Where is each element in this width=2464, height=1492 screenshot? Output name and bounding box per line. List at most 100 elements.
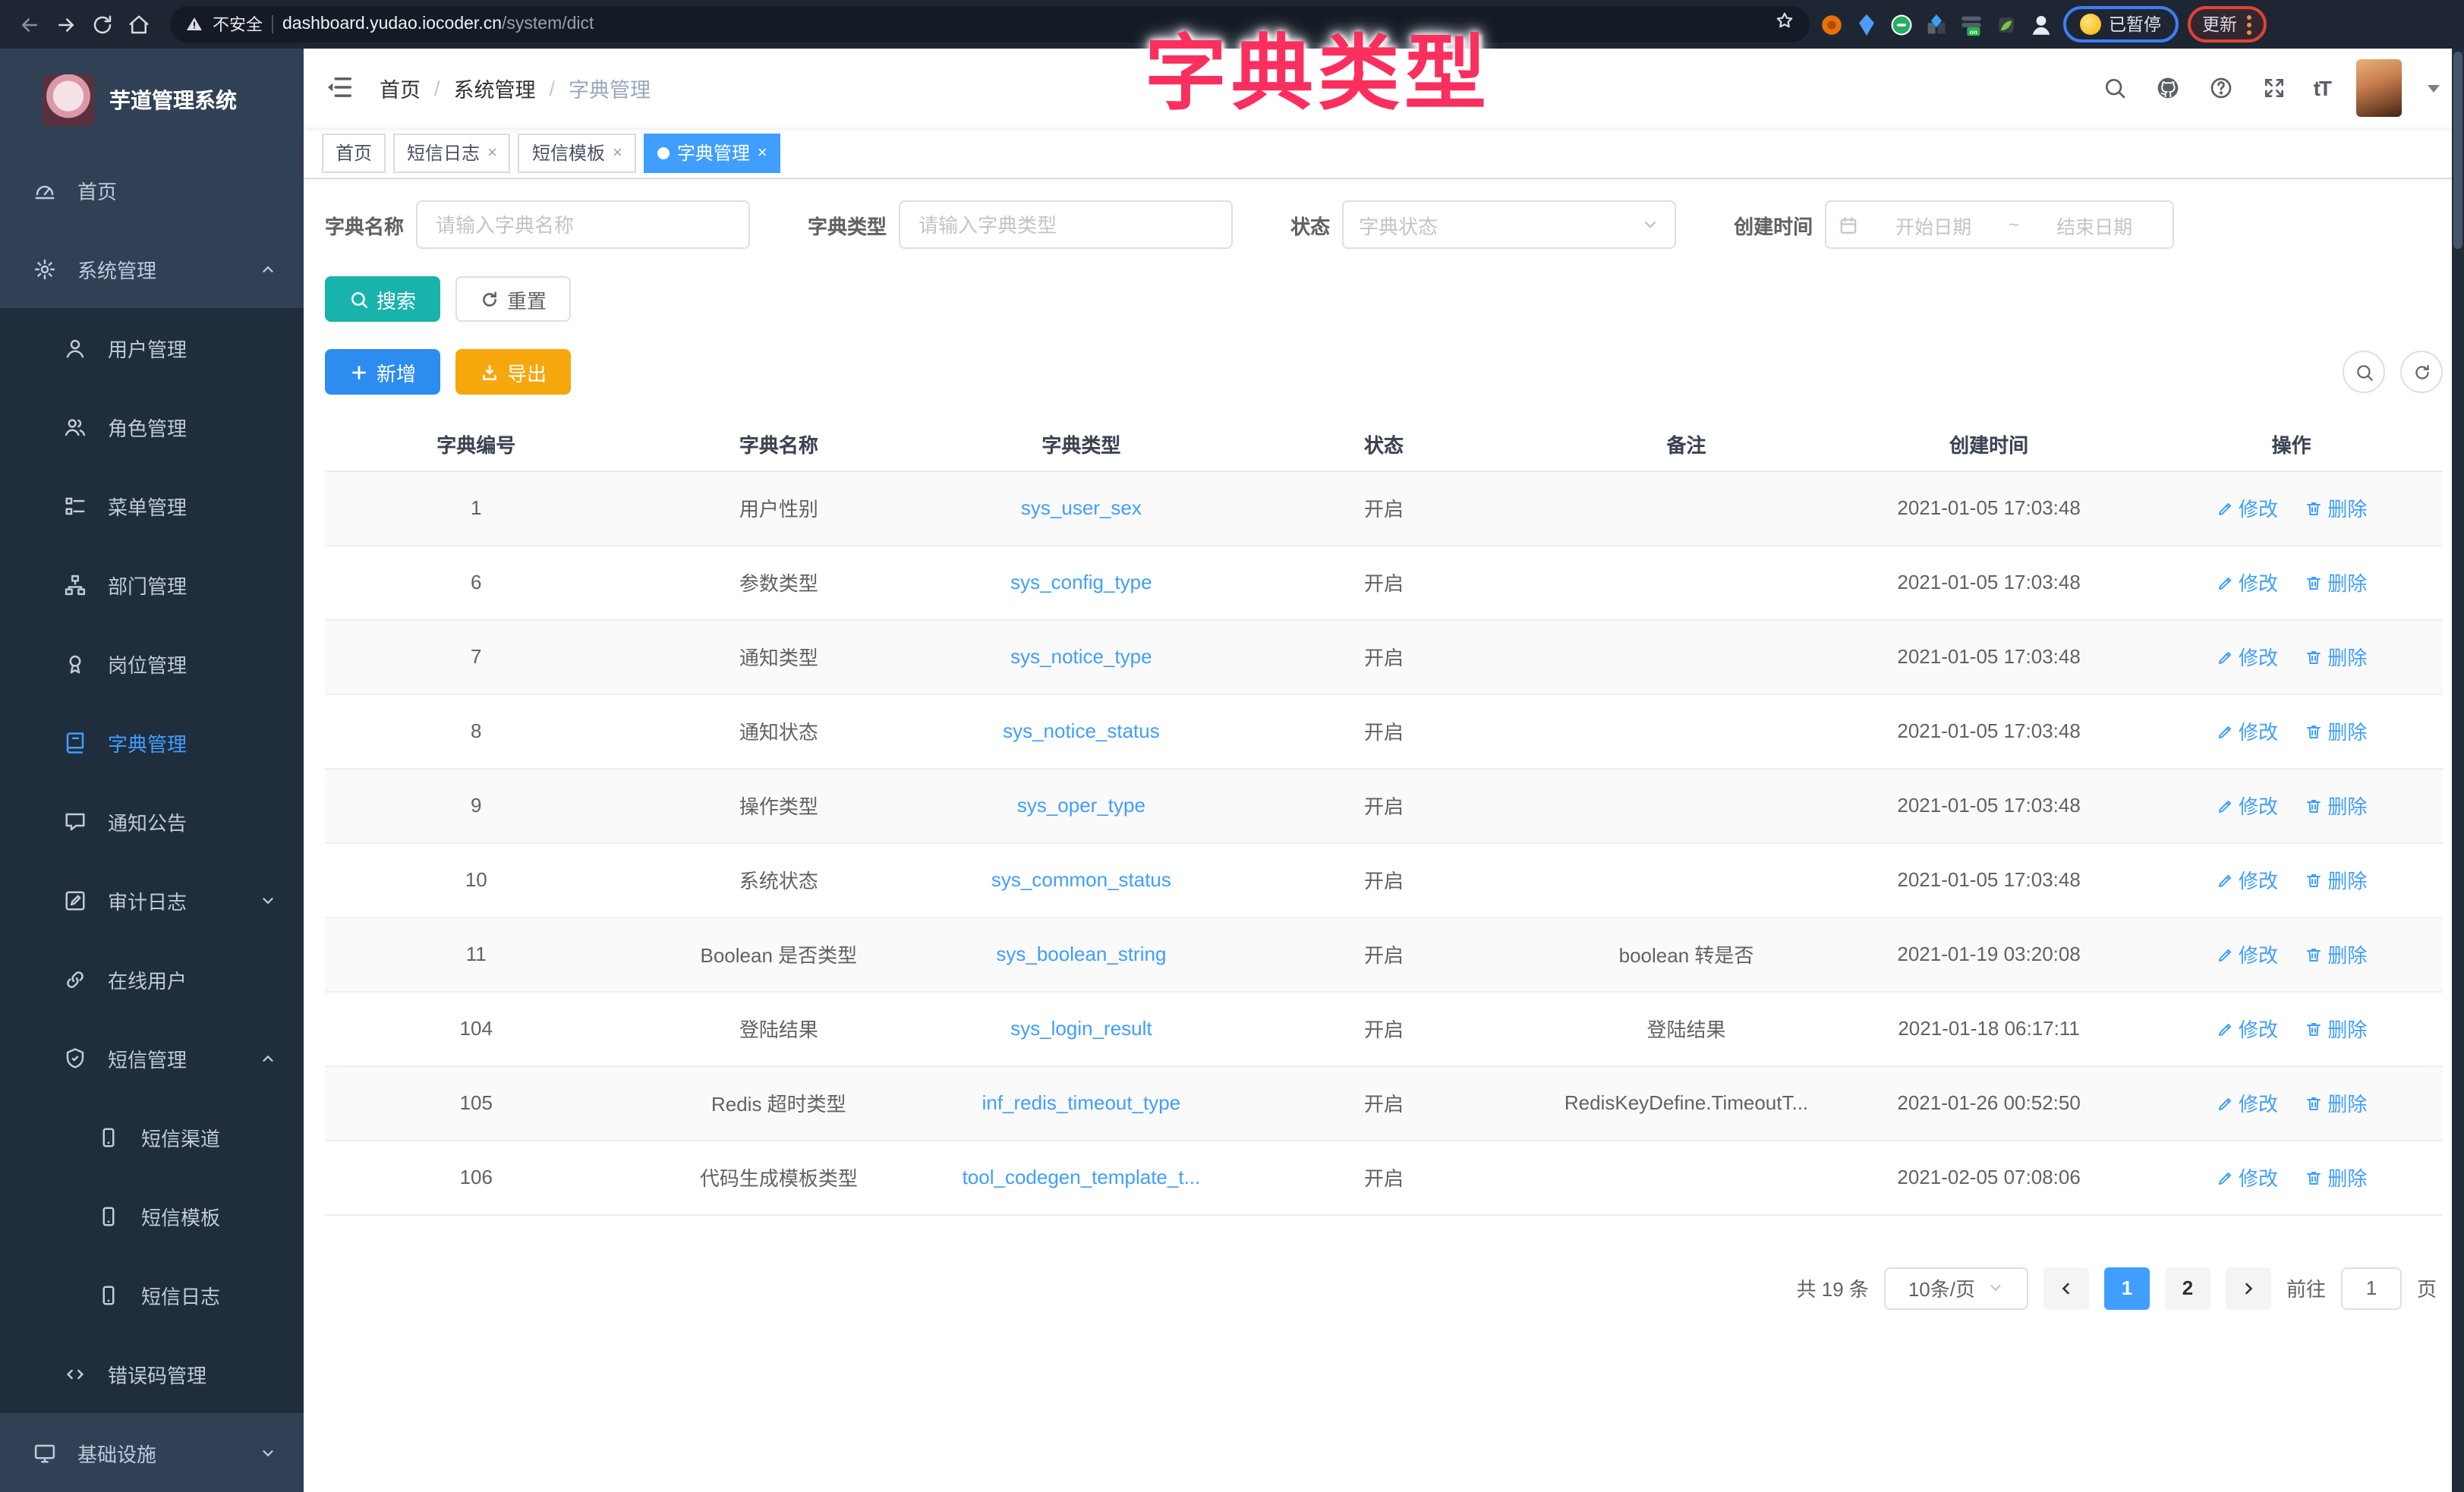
edit-link[interactable]: 修改 [2216,716,2278,745]
dict-type-link[interactable]: sys_common_status [930,842,1233,917]
close-icon[interactable]: × [487,143,497,162]
dict-type-link[interactable]: sys_boolean_string [930,917,1233,991]
github-icon[interactable] [2154,74,2182,102]
delete-link[interactable]: 删除 [2305,865,2367,894]
sidebar-item-roles[interactable]: 角色管理 [0,387,304,466]
dict-type-input[interactable] [899,200,1233,249]
next-page-button[interactable] [2226,1267,2271,1309]
dict-name-input[interactable] [416,200,750,249]
sidebar-item-sms-log[interactable]: 短信日志 [0,1255,304,1334]
tab-home[interactable]: 首页 [322,133,386,172]
delete-link[interactable]: 删除 [2305,493,2367,522]
delete-link[interactable]: 删除 [2305,568,2367,596]
edit-link[interactable]: 修改 [2216,1014,2278,1043]
dict-type-link[interactable]: sys_oper_type [930,768,1233,842]
status-select[interactable]: 字典状态 [1342,200,1676,249]
sidebar-item-sms[interactable]: 短信管理 [0,1018,304,1097]
edit-link[interactable]: 修改 [2216,940,2278,968]
delete-link[interactable]: 删除 [2305,1014,2367,1043]
sidebar-item-error-codes[interactable]: 错误码管理 [0,1334,304,1413]
sidebar-item-audit-log[interactable]: 审计日志 [0,861,304,940]
sidebar-item-infrastructure[interactable]: 基础设施 [0,1413,304,1492]
sidebar-item-users[interactable]: 用户管理 [0,308,304,387]
dict-type-link[interactable]: sys_notice_type [930,619,1233,694]
sidebar-item-departments[interactable]: 部门管理 [0,545,304,624]
dict-type-link[interactable]: sys_login_result [930,991,1233,1065]
sidebar-item-sms-template[interactable]: 短信模板 [0,1176,304,1255]
breadcrumb-home[interactable]: 首页 [380,73,421,103]
page-1-button[interactable]: 1 [2104,1267,2150,1309]
goto-page-input[interactable] [2341,1267,2402,1309]
page-2-button[interactable]: 2 [2165,1267,2210,1309]
user-avatar[interactable] [2356,59,2402,117]
tab-sms-log[interactable]: 短信日志× [393,133,511,172]
edit-link[interactable]: 修改 [2216,1088,2278,1117]
tab-dict-active[interactable]: 字典管理× [644,133,781,172]
kebab-menu-icon[interactable] [2246,14,2251,34]
edit-link[interactable]: 修改 [2216,568,2278,596]
dict-type-link[interactable]: sys_user_sex [930,471,1233,545]
home-icon[interactable] [124,11,152,38]
edit-link[interactable]: 修改 [2216,493,2278,522]
browser-update-button[interactable]: 更新 [2187,6,2266,42]
page-scrollbar[interactable] [2452,49,2464,1492]
sidebar-item-sms-channel[interactable]: 短信渠道 [0,1097,304,1176]
back-icon[interactable] [15,11,43,38]
help-icon[interactable] [2207,74,2235,102]
sidebar-item-menus[interactable]: 菜单管理 [0,466,304,545]
edit-link[interactable]: 修改 [2216,642,2278,671]
extension-diamond-icon[interactable] [1924,11,1949,37]
security-warning-icon[interactable] [185,15,203,33]
tab-sms-template[interactable]: 短信模板× [518,133,636,172]
bookmark-star-icon[interactable] [1775,11,1794,38]
delete-link[interactable]: 删除 [2305,716,2367,745]
search-button[interactable]: 搜索 [325,276,440,322]
delete-link[interactable]: 删除 [2305,940,2367,968]
extension-green-icon[interactable] [1889,11,1914,37]
delete-link[interactable]: 删除 [2305,642,2367,671]
sidebar-item-home[interactable]: 首页 [0,150,304,229]
page-size-select[interactable]: 10条/页 [1884,1267,2028,1309]
edit-link[interactable]: 修改 [2216,865,2278,894]
extension-tampermonkey-icon[interactable]: on [1958,11,1984,37]
sidebar-item-posts[interactable]: 岗位管理 [0,624,304,703]
search-icon[interactable] [2101,74,2128,102]
app-logo[interactable]: 芋道管理系统 [0,49,304,150]
font-size-icon[interactable]: tT [2314,76,2330,100]
extension-person-icon[interactable] [2028,11,2054,37]
reload-icon[interactable] [88,11,115,38]
breadcrumb-system[interactable]: 系统管理 [454,73,536,103]
extension-leaf-icon[interactable] [1993,11,2019,37]
hamburger-icon[interactable] [325,73,355,103]
scrollbar-thumb[interactable] [2453,52,2462,249]
date-range-picker[interactable]: 开始日期 ~ 结束日期 [1825,200,2174,249]
fullscreen-icon[interactable] [2261,74,2288,102]
url-bar[interactable]: 不安全 dashboard.yudao.iocoder.cn/system/di… [170,6,1810,42]
extension-gem-icon[interactable] [1854,11,1880,37]
show-search-icon-button[interactable] [2343,351,2385,393]
delete-link[interactable]: 删除 [2305,1163,2367,1191]
dict-type-link[interactable]: tool_codegen_template_t... [930,1140,1233,1214]
delete-link[interactable]: 删除 [2305,1088,2367,1117]
sidebar-item-notices[interactable]: 通知公告 [0,782,304,861]
dict-type-link[interactable]: sys_config_type [930,545,1233,619]
close-icon[interactable]: × [758,143,767,162]
sidebar-item-system[interactable]: 系统管理 [0,229,304,308]
prev-page-button[interactable] [2043,1267,2089,1309]
sidebar-item-online-users[interactable]: 在线用户 [0,940,304,1018]
edit-link[interactable]: 修改 [2216,791,2278,820]
dict-type-link[interactable]: inf_redis_timeout_type [930,1065,1233,1140]
export-button[interactable]: 导出 [455,349,571,395]
paused-extension-chip[interactable]: 已暂停 [2063,6,2178,42]
dict-type-link[interactable]: sys_notice_status [930,694,1233,768]
sidebar-item-dict[interactable]: 字典管理 [0,703,304,782]
edit-link[interactable]: 修改 [2216,1163,2278,1191]
refresh-icon-button[interactable] [2400,351,2443,393]
add-button[interactable]: 新增 [325,349,440,395]
delete-link[interactable]: 删除 [2305,791,2367,820]
forward-icon[interactable] [52,11,79,38]
extension-orange-icon[interactable] [1819,11,1845,37]
reset-button[interactable]: 重置 [455,276,571,322]
close-icon[interactable]: × [613,143,622,162]
avatar-caret-icon[interactable] [2428,84,2440,92]
